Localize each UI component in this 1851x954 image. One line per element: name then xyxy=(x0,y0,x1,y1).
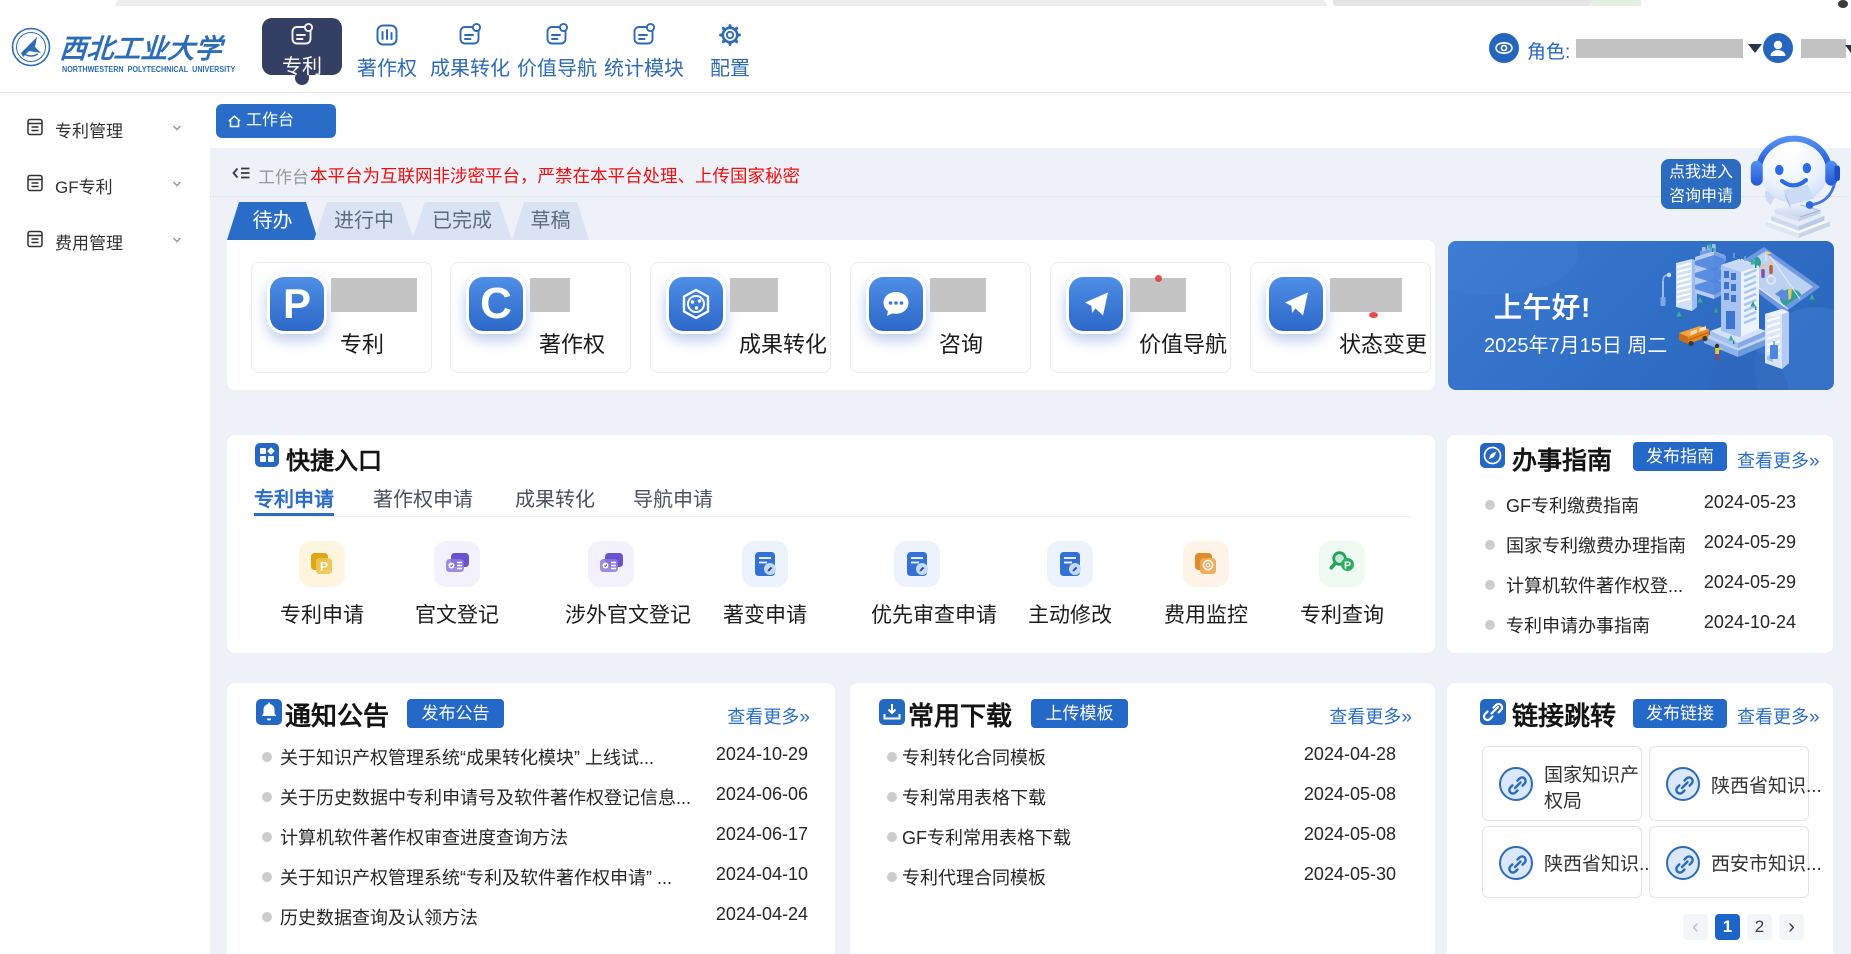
svg-text:P: P xyxy=(320,560,328,574)
svg-text:P: P xyxy=(1344,560,1351,572)
